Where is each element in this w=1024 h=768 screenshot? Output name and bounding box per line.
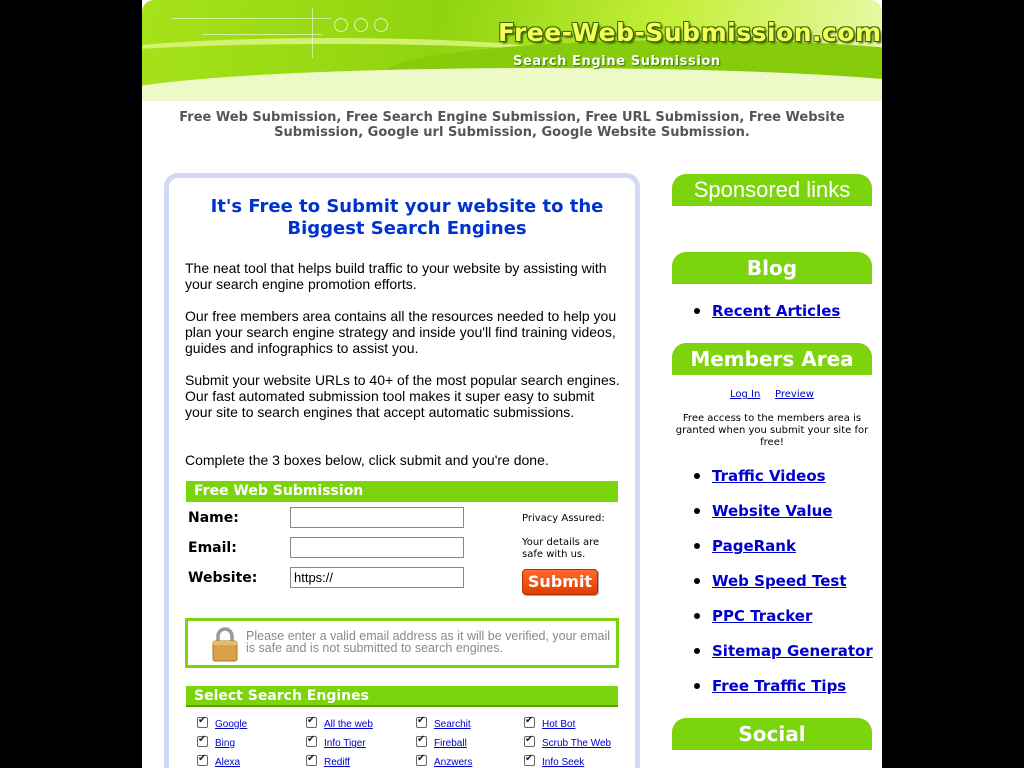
engine-checkbox[interactable] xyxy=(197,715,208,728)
social-heading: Social xyxy=(672,718,872,750)
engine-checkbox[interactable] xyxy=(306,753,317,766)
engines-title: Select Search Engines xyxy=(186,686,618,707)
members-area-heading: Members Area xyxy=(672,343,872,375)
engine-checkbox[interactable] xyxy=(306,715,317,728)
engine-checkbox[interactable] xyxy=(416,715,427,728)
lock-icon xyxy=(212,627,238,662)
engine-checkbox[interactable] xyxy=(524,734,535,747)
engine-link[interactable]: Google xyxy=(215,719,247,730)
page: Free-Web-Submission.com Search Engine Su… xyxy=(142,0,882,768)
engine-checkbox[interactable] xyxy=(306,734,317,747)
intro-paragraph: The neat tool that helps build traffic t… xyxy=(185,260,607,292)
main-heading: It's Free to Submit your website to the … xyxy=(210,196,604,239)
members-paragraph: Our free members area contains all the r… xyxy=(185,308,617,356)
submit-paragraph: Submit your website URLs to 40+ of the m… xyxy=(185,372,620,420)
submit-button[interactable]: Submit xyxy=(522,569,598,595)
engine-link[interactable]: Info Seek xyxy=(542,757,584,768)
login-link[interactable]: Log In xyxy=(730,389,760,400)
main-panel: It's Free to Submit your website to the … xyxy=(164,173,640,768)
engine-checkbox[interactable] xyxy=(416,753,427,766)
engine-checkbox[interactable] xyxy=(524,715,535,728)
bullet xyxy=(694,543,700,549)
website-field[interactable] xyxy=(290,567,464,588)
bullet xyxy=(694,613,700,619)
sidebar-member-link[interactable]: Web Speed Test xyxy=(712,572,847,590)
engine-link[interactable]: Bing xyxy=(215,738,235,749)
sidebar-member-link[interactable]: Traffic Videos xyxy=(712,467,826,485)
website-label: Website: xyxy=(188,570,258,586)
engine-checkbox[interactable] xyxy=(416,734,427,747)
banner-dot xyxy=(354,18,368,32)
email-notice: Please enter a valid email address as it… xyxy=(185,618,619,668)
notice-text: Please enter a valid email address as it… xyxy=(246,629,611,655)
bullet xyxy=(694,508,700,514)
bullet xyxy=(694,308,700,314)
sidebar-member-link[interactable]: Sitemap Generator xyxy=(712,642,873,660)
details-note: Your details are safe with us. xyxy=(522,537,600,560)
engine-link[interactable]: Info Tiger xyxy=(324,738,366,749)
engine-checkbox[interactable] xyxy=(197,734,208,747)
blog-heading: Blog xyxy=(672,252,872,284)
bullet xyxy=(694,473,700,479)
sidebar-member-link[interactable]: Free Traffic Tips xyxy=(712,677,846,695)
banner-line xyxy=(312,8,313,58)
privacy-note: Privacy Assured: xyxy=(522,513,605,524)
bullet xyxy=(694,578,700,584)
engine-link[interactable]: All the web xyxy=(324,719,373,730)
engine-link[interactable]: Scrub The Web xyxy=(542,738,611,749)
banner-dot xyxy=(334,18,348,32)
engine-link[interactable]: Searchit xyxy=(434,719,471,730)
email-field[interactable] xyxy=(290,537,464,558)
preview-link[interactable]: Preview xyxy=(775,389,814,400)
email-label: Email: xyxy=(188,540,237,556)
sidebar-link-recent-articles[interactable]: Recent Articles xyxy=(712,302,840,320)
bullet xyxy=(694,683,700,689)
banner-dot xyxy=(374,18,388,32)
banner-line xyxy=(172,18,332,19)
name-field[interactable] xyxy=(290,507,464,528)
sidebar-member-link[interactable]: Website Value xyxy=(712,502,832,520)
instructions-paragraph: Complete the 3 boxes below, click submit… xyxy=(185,452,549,468)
form-title: Free Web Submission xyxy=(186,481,618,502)
members-note: Free access to the members area is grant… xyxy=(675,413,869,448)
sidebar-member-link[interactable]: PPC Tracker xyxy=(712,607,812,625)
engine-link[interactable]: Anzwers xyxy=(434,757,472,768)
sponsored-links-heading: Sponsored links xyxy=(672,174,872,206)
engine-link[interactable]: Hot Bot xyxy=(542,719,575,730)
name-label: Name: xyxy=(188,510,239,526)
banner-line xyxy=(202,34,322,35)
engine-link[interactable]: Rediff xyxy=(324,757,350,768)
sidebar: Sponsored links Blog Recent Articles Mem… xyxy=(672,0,873,768)
bullet xyxy=(694,648,700,654)
engine-checkbox[interactable] xyxy=(197,753,208,766)
engine-link[interactable]: Fireball xyxy=(434,738,467,749)
sidebar-member-link[interactable]: PageRank xyxy=(712,537,796,555)
engine-checkbox[interactable] xyxy=(524,753,535,766)
engine-link[interactable]: Alexa xyxy=(215,757,240,768)
